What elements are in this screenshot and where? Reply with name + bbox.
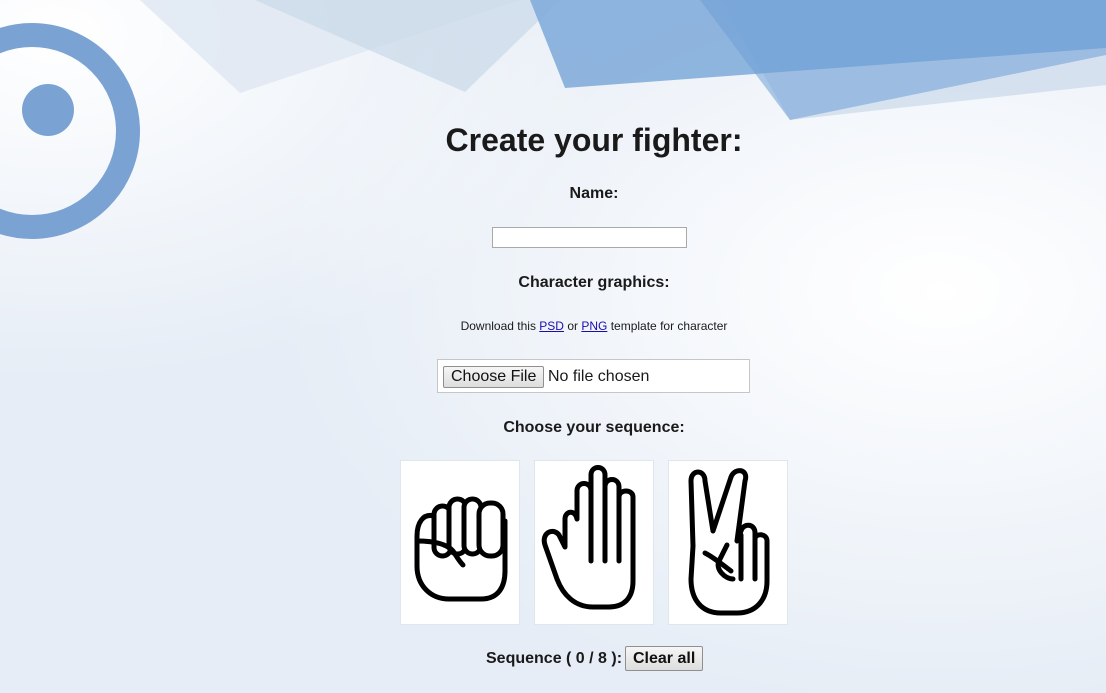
file-upload-field[interactable]: Choose File No file chosen <box>437 359 750 393</box>
fist-icon <box>414 496 508 602</box>
download-suffix: template for character <box>610 319 728 333</box>
rock-option[interactable] <box>400 460 520 625</box>
name-label: Name: <box>569 185 619 202</box>
page-title: Create your fighter: <box>445 122 743 158</box>
png-link[interactable]: PNG <box>581 319 607 333</box>
psd-link[interactable]: PSD <box>539 319 564 333</box>
scissors-option[interactable] <box>668 460 788 625</box>
download-template-text: Download this PSD or PNG template for ch… <box>0 319 1106 333</box>
character-graphics-label: Character graphics: <box>518 274 670 291</box>
paper-option[interactable] <box>534 460 654 625</box>
clear-all-button[interactable]: Clear all <box>625 646 704 671</box>
file-status-text: No file chosen <box>548 368 650 385</box>
name-input[interactable] <box>492 227 687 248</box>
sequence-label: Choose your sequence: <box>503 419 685 436</box>
download-or: or <box>567 319 578 333</box>
sequence-status: Sequence ( 0 / 8 ): <box>486 650 623 667</box>
peace-sign-icon <box>688 468 770 616</box>
open-hand-icon <box>541 465 636 610</box>
choose-file-button[interactable]: Choose File <box>443 366 545 388</box>
download-prefix: Download this <box>460 319 536 333</box>
